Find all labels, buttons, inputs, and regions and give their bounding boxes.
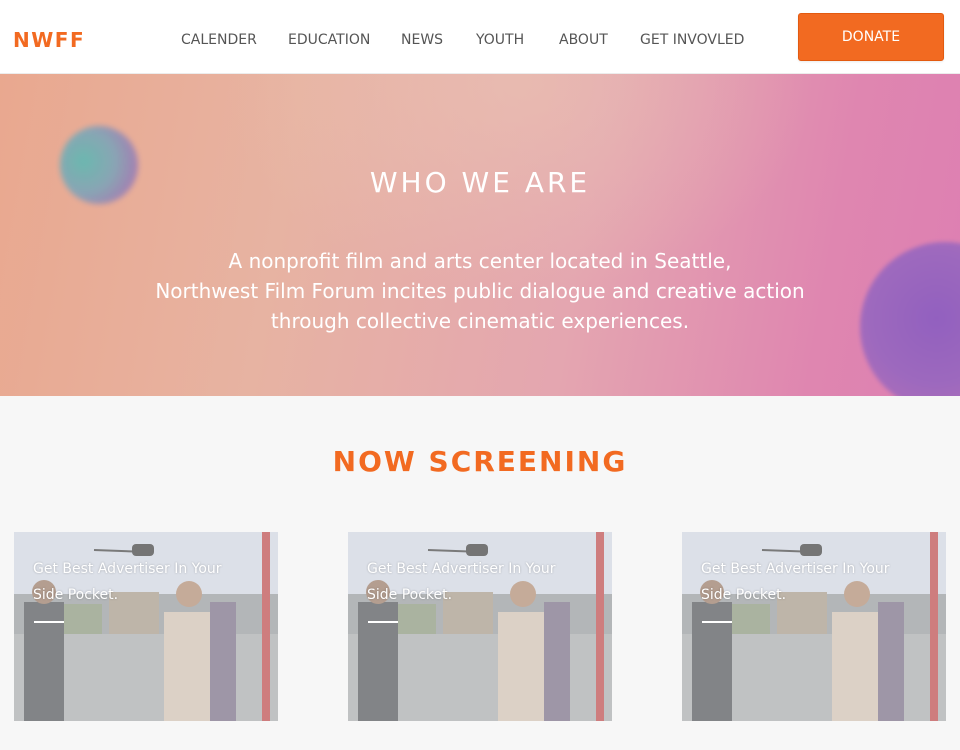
card-divider	[368, 621, 398, 623]
now-screening-title: NOW SCREENING	[332, 445, 628, 478]
site-header: NWFF CALENDER EDUCATION NEWS YOUTH ABOUT…	[0, 0, 960, 74]
hero-description-line: through collective cinematic experiences…	[270, 309, 690, 333]
card-caption-line: Side Pocket.	[701, 587, 787, 603]
screening-card[interactable]: Get Best Advertiser In Your Side Pocket.	[682, 532, 946, 721]
card-caption-line: Side Pocket.	[33, 587, 119, 603]
card-caption-line: Get Best Advertiser In Your	[701, 561, 890, 577]
hero-description-line: A nonprofit film and arts center located…	[228, 249, 732, 273]
card-caption-line: Get Best Advertiser In Your	[33, 561, 222, 577]
card-divider	[34, 621, 64, 623]
hero-title: WHO WE ARE	[369, 166, 591, 199]
decorative-orb-right	[860, 242, 960, 396]
nav-item-about[interactable]: ABOUT	[559, 30, 608, 50]
card-caption-line: Side Pocket.	[367, 587, 453, 603]
donate-button[interactable]: DONATE	[798, 13, 944, 61]
hero-description-line: Northwest Film Forum incites public dial…	[155, 279, 805, 303]
hero-description: A nonprofit film and arts center located…	[130, 246, 830, 336]
nav-item-get-involved[interactable]: GET INVOVLED	[640, 30, 744, 50]
nav-item-calender[interactable]: CALENDER	[181, 30, 257, 50]
nav-item-education[interactable]: EDUCATION	[288, 30, 370, 50]
card-caption: Get Best Advertiser In Your Side Pocket.	[701, 556, 931, 608]
nav-item-news[interactable]: NEWS	[401, 30, 443, 50]
nav-item-youth[interactable]: YOUTH	[476, 30, 524, 50]
card-caption: Get Best Advertiser In Your Side Pocket.	[33, 556, 263, 608]
card-caption: Get Best Advertiser In Your Side Pocket.	[367, 556, 597, 608]
card-divider	[702, 621, 732, 623]
screening-card[interactable]: Get Best Advertiser In Your Side Pocket.	[14, 532, 278, 721]
card-caption-line: Get Best Advertiser In Your	[367, 561, 556, 577]
screening-card[interactable]: Get Best Advertiser In Your Side Pocket.	[348, 532, 612, 721]
hero-banner: WHO WE ARE A nonprofit film and arts cen…	[0, 74, 960, 396]
